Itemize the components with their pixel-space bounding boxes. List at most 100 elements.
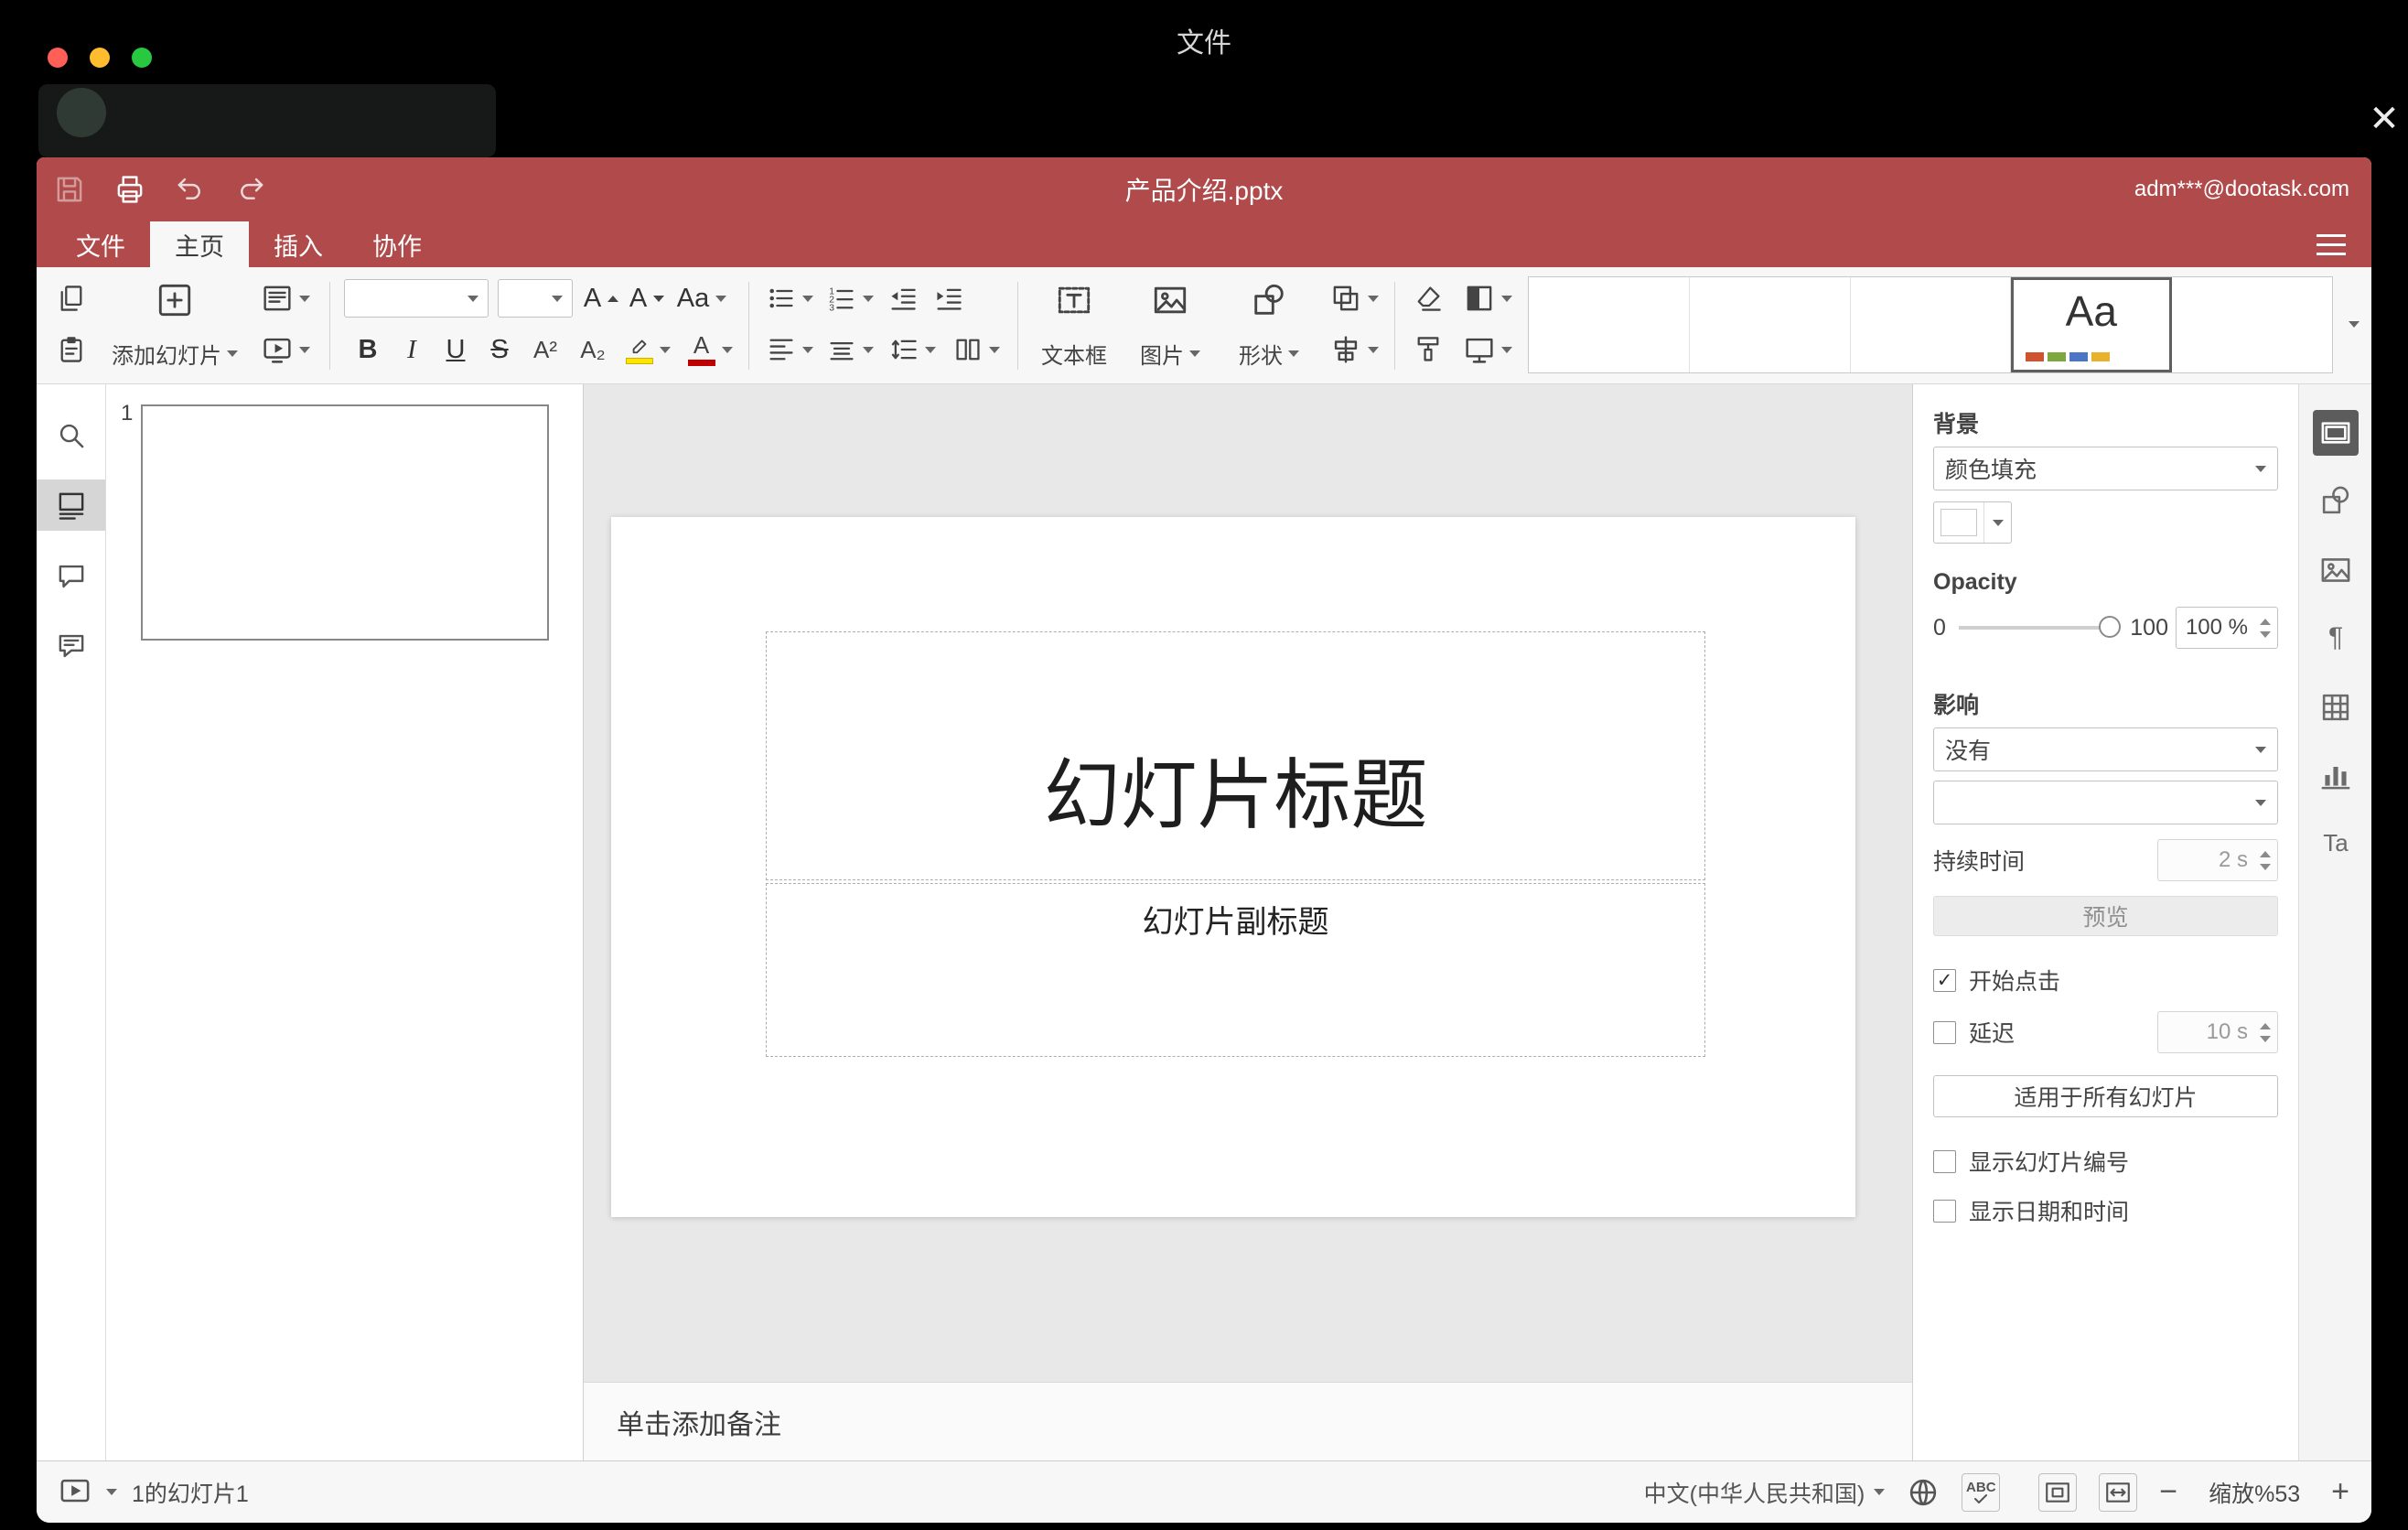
change-case-button[interactable]: Aa — [672, 278, 732, 318]
close-button[interactable] — [48, 48, 68, 68]
spin-down-icon[interactable] — [2260, 630, 2271, 638]
apply-to-all-slides-button[interactable]: 适用于所有幻灯片 — [1933, 1075, 2278, 1117]
insert-shape-button[interactable]: 形状 — [1224, 275, 1314, 377]
zoom-in-button[interactable]: + — [2331, 1474, 2349, 1510]
show-slide-number-checkbox[interactable] — [1933, 1149, 1956, 1173]
copy-button[interactable] — [51, 278, 91, 318]
subtitle-placeholder[interactable]: 幻灯片副标题 — [766, 883, 1705, 1057]
background-fill-select[interactable]: 颜色填充 — [1933, 447, 2278, 490]
show-date-time-checkbox[interactable] — [1933, 1199, 1956, 1223]
slides-panel-button[interactable] — [37, 479, 105, 531]
print-button[interactable] — [110, 169, 150, 210]
slide-thumbnail-1[interactable] — [141, 404, 549, 641]
fit-width-button[interactable] — [2099, 1472, 2138, 1512]
language-selector[interactable]: 中文(中华人民共和国) — [1644, 1476, 1886, 1509]
theme-gallery-expand-button[interactable] — [2338, 304, 2370, 344]
minimize-button[interactable] — [90, 48, 110, 68]
redo-button[interactable] — [231, 169, 271, 210]
theme-cell-5[interactable] — [2172, 277, 2332, 372]
opacity-slider-knob[interactable] — [2099, 616, 2122, 638]
spin-up-icon[interactable] — [2260, 850, 2271, 857]
chat-panel-button[interactable] — [37, 620, 105, 672]
slide[interactable]: 幻灯片标题 幻灯片副标题 — [611, 517, 1855, 1217]
decrease-font-button[interactable]: A — [626, 278, 668, 318]
superscript-button[interactable]: A² — [523, 329, 567, 370]
subscript-button[interactable]: A₂ — [571, 329, 615, 370]
image-settings-tab[interactable] — [2313, 547, 2359, 593]
paragraph-settings-tab[interactable]: ¶ — [2313, 615, 2359, 661]
insert-image-button[interactable]: 图片 — [1125, 275, 1215, 377]
font-color-button[interactable]: A — [681, 329, 739, 370]
chart-settings-tab[interactable] — [2313, 752, 2359, 798]
tab-home[interactable]: 主页 — [150, 221, 249, 267]
vertical-align-button[interactable] — [822, 329, 878, 370]
slide-size-button[interactable] — [1458, 329, 1517, 370]
bullet-list-button[interactable] — [761, 278, 818, 318]
copy-style-button[interactable] — [1407, 329, 1449, 370]
hamburger-menu-button[interactable] — [2309, 221, 2353, 267]
theme-cell-2[interactable] — [1690, 277, 1851, 372]
highlight-color-button[interactable] — [618, 329, 677, 370]
document-language-button[interactable] — [1907, 1476, 1940, 1509]
fill-color-picker[interactable] — [1933, 501, 2012, 544]
decrease-indent-button[interactable] — [882, 278, 924, 318]
table-settings-tab[interactable] — [2313, 684, 2359, 730]
start-on-click-checkbox[interactable] — [1933, 968, 1956, 992]
spellcheck-button[interactable]: ABC — [1962, 1472, 2001, 1512]
theme-cell-selected[interactable]: Aa — [2011, 277, 2173, 372]
textart-settings-tab[interactable]: Ta — [2313, 820, 2359, 866]
arrange-shapes-button[interactable] — [1325, 278, 1383, 318]
preview-button[interactable]: 预览 — [1933, 896, 2278, 936]
horizontal-align-button[interactable] — [761, 329, 818, 370]
increase-font-button[interactable]: A — [580, 278, 622, 318]
slide-canvas[interactable]: 幻灯片标题 幻灯片副标题 — [584, 384, 1912, 1382]
slide-settings-tab[interactable] — [2313, 410, 2359, 456]
effect-select[interactable]: 没有 — [1933, 727, 2278, 771]
numbered-list-button[interactable]: 123 — [822, 278, 878, 318]
shape-settings-tab[interactable] — [2313, 478, 2359, 523]
effect-type-select[interactable] — [1933, 781, 2278, 824]
strikethrough-button[interactable]: S — [479, 329, 520, 370]
align-shapes-button[interactable] — [1325, 329, 1383, 370]
spin-up-icon[interactable] — [2260, 1022, 2271, 1029]
delay-checkbox[interactable] — [1933, 1020, 1956, 1044]
spin-down-icon[interactable] — [2260, 863, 2271, 870]
font-name-combobox[interactable] — [344, 279, 489, 318]
show-date-time-row[interactable]: 显示日期和时间 — [1933, 1194, 2278, 1227]
tab-file[interactable]: 文件 — [51, 221, 150, 267]
start-slideshow-button[interactable] — [256, 329, 315, 370]
add-slide-button[interactable]: 添加幻灯片 — [102, 275, 247, 377]
fit-slide-button[interactable] — [2038, 1472, 2078, 1512]
opacity-spinner[interactable]: 100 % — [2176, 607, 2278, 649]
chevron-down-icon[interactable] — [106, 1489, 117, 1495]
title-placeholder[interactable]: 幻灯片标题 — [766, 631, 1705, 880]
clear-style-button[interactable] — [1407, 278, 1449, 318]
show-slide-number-row[interactable]: 显示幻灯片编号 — [1933, 1145, 2278, 1178]
italic-button[interactable]: I — [392, 329, 432, 370]
zoom-out-button[interactable]: − — [2159, 1474, 2177, 1510]
color-scheme-button[interactable] — [1458, 278, 1517, 318]
notes-area[interactable]: 单击添加备注 — [584, 1382, 1912, 1460]
line-spacing-button[interactable] — [882, 329, 942, 370]
theme-cell-1[interactable] — [1529, 277, 1690, 372]
undo-button[interactable] — [170, 169, 210, 210]
spin-down-icon[interactable] — [2260, 1035, 2271, 1042]
start-on-click-row[interactable]: 开始点击 — [1933, 964, 2278, 997]
insert-textbox-button[interactable]: 文本框 — [1032, 275, 1116, 377]
columns-button[interactable] — [946, 329, 1006, 370]
fullscreen-button[interactable] — [132, 48, 152, 68]
slide-layout-button[interactable] — [256, 278, 315, 318]
search-panel-button[interactable] — [37, 410, 105, 461]
tab-insert[interactable]: 插入 — [249, 221, 348, 267]
duration-spinner[interactable]: 2 s — [2157, 839, 2278, 881]
comments-panel-button[interactable] — [37, 551, 105, 602]
tab-collaboration[interactable]: 协作 — [348, 221, 446, 267]
delay-spinner[interactable]: 10 s — [2157, 1011, 2278, 1053]
theme-cell-3[interactable] — [1851, 277, 2012, 372]
increase-indent-button[interactable] — [928, 278, 970, 318]
save-button[interactable] — [49, 169, 90, 210]
close-overlay-button[interactable]: ✕ — [2362, 97, 2406, 141]
font-size-combobox[interactable] — [498, 279, 573, 318]
start-slideshow-status-button[interactable] — [59, 1476, 91, 1509]
spin-up-icon[interactable] — [2260, 618, 2271, 625]
